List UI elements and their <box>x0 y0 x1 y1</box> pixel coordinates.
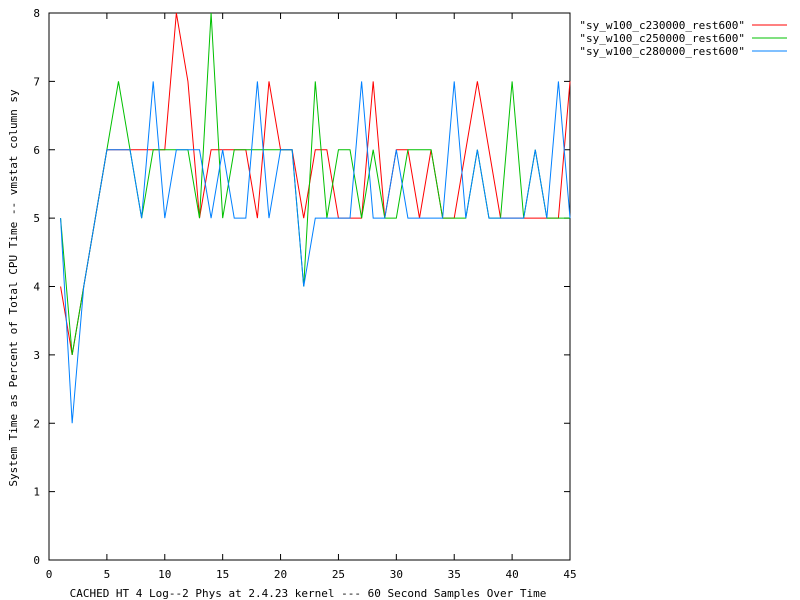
line-chart: 012345678 0 5 10 15 20 25 30 35 40 45 "sy_w100_c2… <box>7 7 787 600</box>
legend-label-1: "sy_w100_c230000_rest600" <box>579 19 745 32</box>
legend-label-3: "sy_w100_c280000_rest600" <box>579 45 745 58</box>
series-line-3 <box>60 81 571 424</box>
y-tick-label: 0 <box>33 554 40 567</box>
y-tick-label: 8 <box>33 7 40 20</box>
y-tick-label: 4 <box>33 281 40 294</box>
x-tick-label: 25 <box>332 568 345 581</box>
plot-border <box>48 12 571 561</box>
plot-frame <box>48 12 571 561</box>
x-tick-label: 10 <box>158 568 171 581</box>
x-tick-label: 20 <box>274 568 287 581</box>
legend-label-2: "sy_w100_c250000_rest600" <box>579 32 745 45</box>
x-tick-label: 0 <box>46 568 53 581</box>
series-line-1 <box>60 12 571 355</box>
x-tick-label: 35 <box>448 568 461 581</box>
y-tick-label: 6 <box>33 144 40 157</box>
x-axis-label: CACHED HT 4 Log--2 Phys at 2.4.23 kernel… <box>70 587 547 600</box>
y-tick-label: 2 <box>33 417 40 430</box>
y-axis: 0 1 2 3 4 5 6 7 8 <box>33 7 570 567</box>
x-axis: 0 5 10 15 20 25 30 35 40 45 <box>46 13 577 581</box>
x-tick-label: 15 <box>216 568 229 581</box>
series-line-2 <box>60 12 570 355</box>
series-lines <box>60 12 571 424</box>
legend: "sy_w100_c230000_rest600""sy_w100_c25000… <box>579 19 787 58</box>
y-tick-label: 3 <box>33 349 40 362</box>
x-tick-label: 5 <box>104 568 111 581</box>
x-tick-label: 30 <box>390 568 403 581</box>
x-tick-label: 40 <box>505 568 518 581</box>
x-tick-label: 45 <box>563 568 576 581</box>
y-axis-label: System Time as Percent of Total CPU Time… <box>7 89 20 487</box>
y-tick-label: 5 <box>33 212 40 225</box>
y-tick-label: 7 <box>33 75 40 88</box>
y-tick-label: 1 <box>33 486 40 499</box>
